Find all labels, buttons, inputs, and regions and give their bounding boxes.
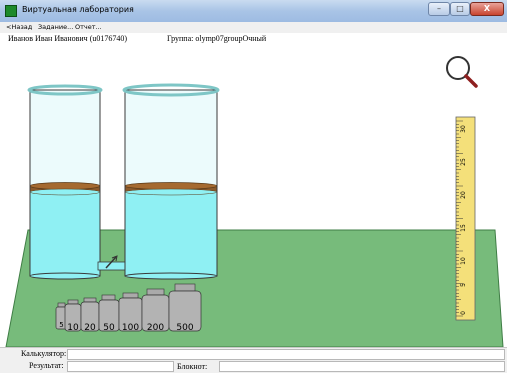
weight-200-label: 200	[147, 323, 164, 333]
calculator-label: Калькулятор:	[21, 349, 67, 358]
calculator-field[interactable]	[67, 349, 505, 360]
ruler-label-5: 5	[460, 283, 467, 287]
student-name: Иванов Иван Иванович (u0176740)	[8, 34, 128, 43]
weight-100[interactable]: 100	[118, 292, 143, 333]
ruler-label-25: 25	[460, 158, 467, 166]
minimize-button[interactable]: –	[428, 2, 450, 16]
weight-20-label: 20	[84, 323, 96, 333]
menu-bar: <Назад Задание... Отчет...	[0, 22, 507, 33]
weight-50-label: 50	[103, 323, 115, 333]
close-button[interactable]: X	[470, 2, 504, 16]
result-field[interactable]	[67, 361, 174, 372]
notepad-label: Блокнот:	[177, 362, 208, 371]
window-titlebar: Виртуальная лаборатория – □ X	[0, 0, 507, 22]
student-info-bar: Иванов Иван Иванович (u0176740) Группа: …	[0, 33, 507, 45]
menu-back[interactable]: <Назад	[6, 23, 32, 31]
maximize-button[interactable]: □	[450, 2, 470, 16]
window-title: Виртуальная лаборатория	[22, 5, 134, 14]
ruler-label-20: 20	[460, 191, 467, 199]
weight-500-label: 500	[176, 323, 193, 333]
ruler-label-15: 15	[460, 224, 467, 232]
weight-10[interactable]: 10	[64, 299, 82, 333]
weight-10-label: 10	[67, 323, 79, 333]
weight-100-label: 100	[122, 323, 139, 333]
menu-task[interactable]: Задание...	[38, 23, 73, 31]
left-oil-surface	[29, 182, 101, 190]
weight-200[interactable]: 200	[141, 288, 170, 333]
bottom-panel: Калькулятор: Результат: Блокнот:	[0, 347, 507, 373]
menu-report[interactable]: Отчет...	[75, 23, 102, 31]
student-group: Группа: olymp07groupОчный	[167, 34, 267, 43]
ruler-label-0: 0	[460, 311, 467, 315]
right-cylinder[interactable]	[122, 83, 220, 280]
weight-5-label: 5	[59, 321, 63, 329]
right-oil-surface	[124, 182, 218, 190]
weight-20[interactable]: 20	[80, 297, 100, 333]
lab-scene: 5 10 20 50 100 200 500 30 25 20 15 10 5 …	[5, 56, 504, 347]
ruler-label-30: 30	[460, 125, 467, 133]
app-icon	[5, 5, 17, 17]
ruler-label-10: 10	[460, 257, 467, 265]
magnifier-icon[interactable]	[446, 56, 478, 88]
ruler[interactable]: 30 25 20 15 10 5 0	[455, 116, 476, 321]
left-cylinder[interactable]	[27, 84, 103, 280]
weight-50[interactable]: 50	[98, 294, 120, 333]
notepad-field[interactable]	[219, 361, 505, 372]
result-label: Результат:	[29, 361, 64, 370]
weight-500[interactable]: 500	[168, 283, 202, 333]
